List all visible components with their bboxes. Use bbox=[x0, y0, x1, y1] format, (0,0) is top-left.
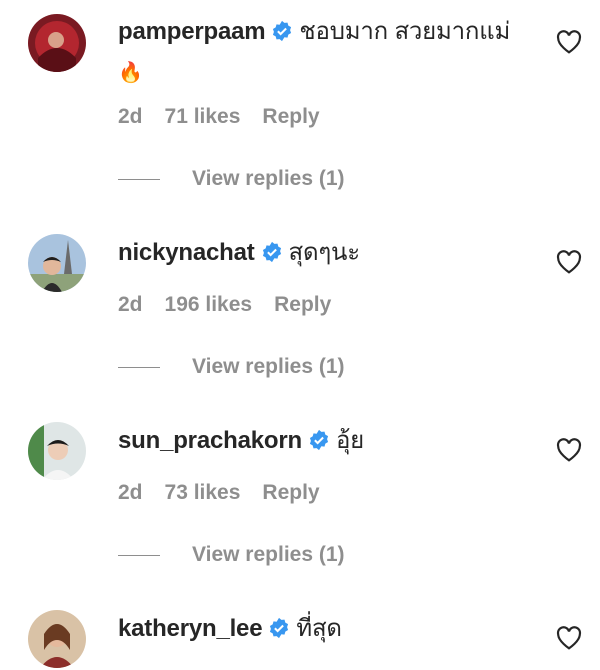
divider bbox=[118, 366, 160, 368]
avatar[interactable] bbox=[28, 14, 86, 72]
reply-button[interactable]: Reply bbox=[262, 481, 319, 504]
comment-meta: 2d 196 likes Reply bbox=[118, 290, 353, 320]
timestamp: 2d bbox=[118, 105, 143, 128]
verified-badge-icon bbox=[268, 617, 290, 639]
comment-text: ที่สุด bbox=[296, 615, 342, 642]
comment-emoji: 🔥 bbox=[118, 62, 143, 84]
heart-outline-icon[interactable] bbox=[556, 30, 582, 54]
view-replies-label[interactable]: View replies (1) bbox=[192, 167, 345, 191]
divider bbox=[118, 554, 160, 556]
username[interactable]: sun_prachakorn bbox=[118, 427, 302, 454]
heart-outline-icon[interactable] bbox=[556, 438, 582, 462]
username[interactable]: nickynachat bbox=[118, 239, 255, 266]
comment-text: สุดๆนะ bbox=[288, 239, 361, 266]
likes-count[interactable]: 196 likes bbox=[165, 293, 253, 316]
comment-meta: 2d 71 likes Reply bbox=[118, 102, 342, 132]
comment-line: pamperpaam ชอบมาก สวยมากแม่ 🔥 bbox=[118, 12, 540, 93]
likes-count[interactable]: 73 likes bbox=[165, 481, 241, 504]
comment-meta: 2d 73 likes Reply bbox=[118, 478, 342, 508]
verified-badge-icon bbox=[271, 20, 293, 42]
reply-button[interactable]: Reply bbox=[262, 105, 319, 128]
view-replies-label[interactable]: View replies (1) bbox=[192, 543, 345, 567]
view-replies[interactable]: View replies (1) bbox=[118, 540, 345, 570]
timestamp: 2d bbox=[118, 481, 143, 504]
comment-line: katheryn_lee ที่สุด bbox=[118, 609, 540, 649]
likes-count[interactable]: 71 likes bbox=[165, 105, 241, 128]
comment-text: ชอบมาก สวยมากแม่ bbox=[299, 18, 511, 45]
verified-badge-icon bbox=[261, 241, 283, 263]
view-replies-label[interactable]: View replies (1) bbox=[192, 355, 345, 379]
avatar[interactable] bbox=[28, 610, 86, 668]
username[interactable]: katheryn_lee bbox=[118, 615, 263, 642]
comment-line: nickynachat สุดๆนะ bbox=[118, 233, 540, 273]
divider bbox=[118, 178, 160, 180]
comment-line: sun_prachakorn อุ้ย bbox=[118, 421, 540, 461]
heart-outline-icon[interactable] bbox=[556, 250, 582, 274]
comment-text: อุ้ย bbox=[335, 427, 365, 454]
avatar[interactable] bbox=[28, 422, 86, 480]
username[interactable]: pamperpaam bbox=[118, 18, 266, 45]
avatar[interactable] bbox=[28, 234, 86, 292]
heart-outline-icon[interactable] bbox=[556, 626, 582, 650]
view-replies[interactable]: View replies (1) bbox=[118, 164, 345, 194]
verified-badge-icon bbox=[308, 429, 330, 451]
timestamp: 2d bbox=[118, 293, 143, 316]
reply-button[interactable]: Reply bbox=[274, 293, 331, 316]
view-replies[interactable]: View replies (1) bbox=[118, 352, 345, 382]
